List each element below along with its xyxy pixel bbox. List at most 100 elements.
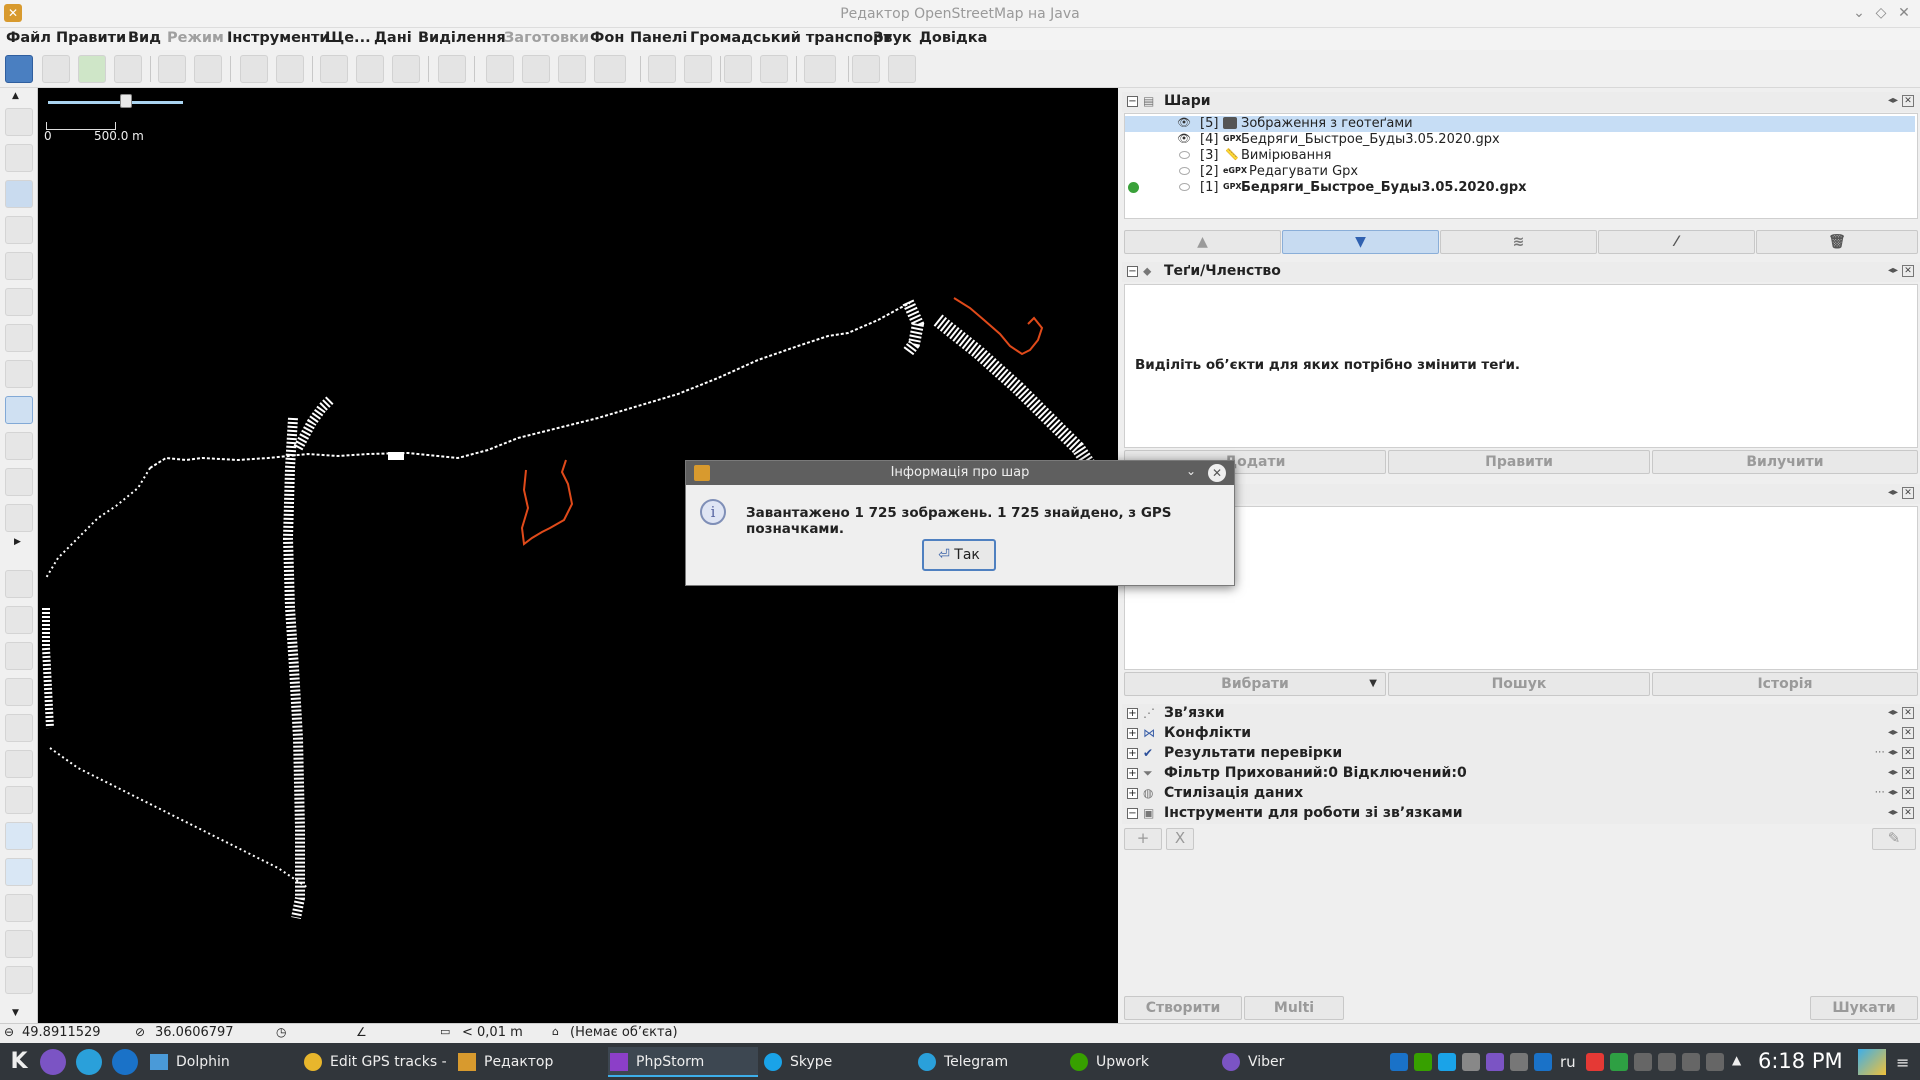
task-phpstorm[interactable]: PhpStorm [608, 1047, 758, 1077]
delete-tag-button[interactable]: Вилучити [1652, 450, 1918, 474]
toggle-opacity-button[interactable]: ⁄ [1598, 230, 1755, 254]
tray-skype-icon[interactable] [1438, 1053, 1456, 1071]
delete-layer-button[interactable]: 🗑 [1756, 230, 1918, 254]
history-button[interactable]: Історія [1652, 672, 1918, 696]
menu-imagery[interactable]: Фон [590, 30, 624, 46]
pin-icon[interactable]: ◂▸ [1888, 265, 1898, 276]
menu-public-transport[interactable]: Громадський транспорт [690, 30, 892, 46]
collapse-toggle-icon[interactable]: − [1127, 266, 1138, 277]
gpx-edit-icon[interactable] [5, 396, 33, 424]
tray-app-icon[interactable] [1390, 1053, 1408, 1071]
copy-icon[interactable] [240, 55, 268, 83]
eye-hidden-icon[interactable] [1179, 151, 1190, 159]
eye-hidden-icon[interactable] [1179, 167, 1190, 175]
move-layer-up-button[interactable]: ▲ [1124, 230, 1281, 254]
tray-expand-icon[interactable]: ▲ [1732, 1053, 1741, 1067]
layer-row[interactable]: [3] 📏 Вимірювання [1125, 148, 1915, 164]
open-file-icon[interactable] [5, 55, 33, 83]
car-icon[interactable] [648, 55, 676, 83]
pin-icon[interactable]: ◂▸ [1888, 807, 1898, 818]
tray-viber-icon[interactable] [1486, 1053, 1504, 1071]
expand-toggle-icon[interactable]: + [1127, 788, 1138, 799]
menu-view[interactable]: Вид [128, 30, 161, 46]
landuse-icon[interactable] [852, 55, 880, 83]
clock[interactable]: 6:18 PM [1758, 1049, 1843, 1073]
remove-relation-member-button[interactable]: X [1166, 828, 1194, 850]
add-relation-member-button[interactable]: + [1124, 828, 1162, 850]
pin-icon[interactable]: ◂▸ [1888, 95, 1898, 106]
conflicts-panel-header[interactable]: + ⋈ Конфлікти ◂▸ ✕ [1122, 724, 1920, 744]
menu-audio[interactable]: Звук [873, 30, 912, 46]
improve-way-icon[interactable] [5, 324, 33, 352]
viber-launcher-icon[interactable] [40, 1049, 66, 1075]
preset-3-icon[interactable] [558, 55, 586, 83]
expand-toggle-icon[interactable]: + [1127, 748, 1138, 759]
pencil-icon[interactable] [5, 468, 33, 496]
panel-close-icon[interactable]: ✕ [1902, 807, 1914, 819]
pin-icon[interactable]: ⋯ ◂▸ [1875, 747, 1898, 758]
layers-panel-icon[interactable] [5, 570, 33, 598]
preferences-icon[interactable] [276, 55, 304, 83]
expand-toggle-icon[interactable]: + [1127, 728, 1138, 739]
tray-clipboard-icon[interactable] [1682, 1053, 1700, 1071]
ok-button[interactable]: ⏎ Так [922, 539, 996, 571]
relations-panel-icon[interactable] [5, 642, 33, 670]
selection-panel-icon[interactable] [5, 678, 33, 706]
eye-hidden-icon[interactable] [1179, 183, 1190, 191]
lasso-icon[interactable] [5, 108, 33, 136]
tray-check-icon[interactable] [1610, 1053, 1628, 1071]
preset-4-icon[interactable] [594, 55, 626, 83]
tray-lock-icon[interactable] [1658, 1053, 1676, 1071]
find-relation-button[interactable]: Шукати [1810, 996, 1918, 1020]
eye-visible-icon[interactable]: 👁 [1177, 116, 1191, 129]
scroll-up-icon[interactable]: ▲ [12, 91, 19, 101]
pin-icon[interactable]: ◂▸ [1888, 767, 1898, 778]
draw-icon[interactable] [5, 144, 33, 172]
barrier-icon[interactable] [804, 55, 836, 83]
authors-icon[interactable] [5, 714, 33, 742]
move-icon[interactable] [5, 432, 33, 460]
close-window-icon[interactable]: ✕ [1895, 4, 1913, 22]
pin-icon[interactable]: ⋯ ◂▸ [1875, 787, 1898, 798]
dialog-minimize-icon[interactable]: ⌄ [1186, 464, 1196, 478]
multi-button[interactable]: Multi [1244, 996, 1344, 1020]
tray-teamviewer-icon[interactable] [1534, 1053, 1552, 1071]
task-josm[interactable]: Редактор OpenS... [456, 1047, 606, 1077]
reverse-way-icon[interactable] [392, 55, 420, 83]
collapse-toggle-icon[interactable]: − [1127, 808, 1138, 819]
tray-upwork-icon[interactable] [1414, 1053, 1432, 1071]
panel-close-icon[interactable]: ✕ [1902, 707, 1914, 719]
extrude-icon[interactable] [5, 288, 33, 316]
dialog-close-icon[interactable]: ✕ [1208, 464, 1226, 482]
keyboard-layout[interactable]: ru [1560, 1053, 1576, 1071]
zoom-icon[interactable] [5, 180, 33, 208]
layer-row[interactable]: [2] eGPX Редагувати Gpx [1125, 164, 1915, 180]
task-dolphin[interactable]: Dolphin [148, 1047, 298, 1077]
redo-icon[interactable] [194, 55, 222, 83]
create-relation-button[interactable]: Створити [1124, 996, 1242, 1020]
panel-close-icon[interactable]: ✕ [1902, 747, 1914, 759]
teamviewer-launcher-icon[interactable] [112, 1049, 138, 1075]
imagery-icon[interactable] [5, 750, 33, 778]
edit-tag-button[interactable]: Правити [1388, 450, 1650, 474]
eye-visible-icon[interactable]: 👁 [1177, 132, 1191, 145]
layer-row[interactable]: 👁 [4] GPX Бедряги_Быстрое_Буды3.05.2020.… [1125, 132, 1915, 148]
task-upwork[interactable]: Upwork [1068, 1047, 1218, 1077]
upload-icon[interactable] [114, 55, 142, 83]
building-icon[interactable] [888, 55, 916, 83]
pin-icon[interactable]: ◂▸ [1888, 727, 1898, 738]
combine-way-icon[interactable] [356, 55, 384, 83]
save-icon[interactable] [42, 55, 70, 83]
restaurant-icon[interactable] [760, 55, 788, 83]
parallel-icon[interactable] [5, 252, 33, 280]
scroll-down-icon[interactable]: ▼ [12, 1008, 19, 1018]
split-way-icon[interactable] [320, 55, 348, 83]
tags-panel-icon[interactable] [5, 606, 33, 634]
preset-2-icon[interactable] [522, 55, 550, 83]
tray-volume-icon[interactable] [1706, 1053, 1724, 1071]
tray-anydesk-icon[interactable] [1586, 1053, 1604, 1071]
tray-device-icon[interactable] [1510, 1053, 1528, 1071]
undo-icon[interactable] [158, 55, 186, 83]
relation-toolbox-panel-header[interactable]: − ▣ Інструменти для роботи зі зв’язками … [1122, 804, 1920, 824]
panel-close-icon[interactable]: ✕ [1902, 265, 1914, 277]
